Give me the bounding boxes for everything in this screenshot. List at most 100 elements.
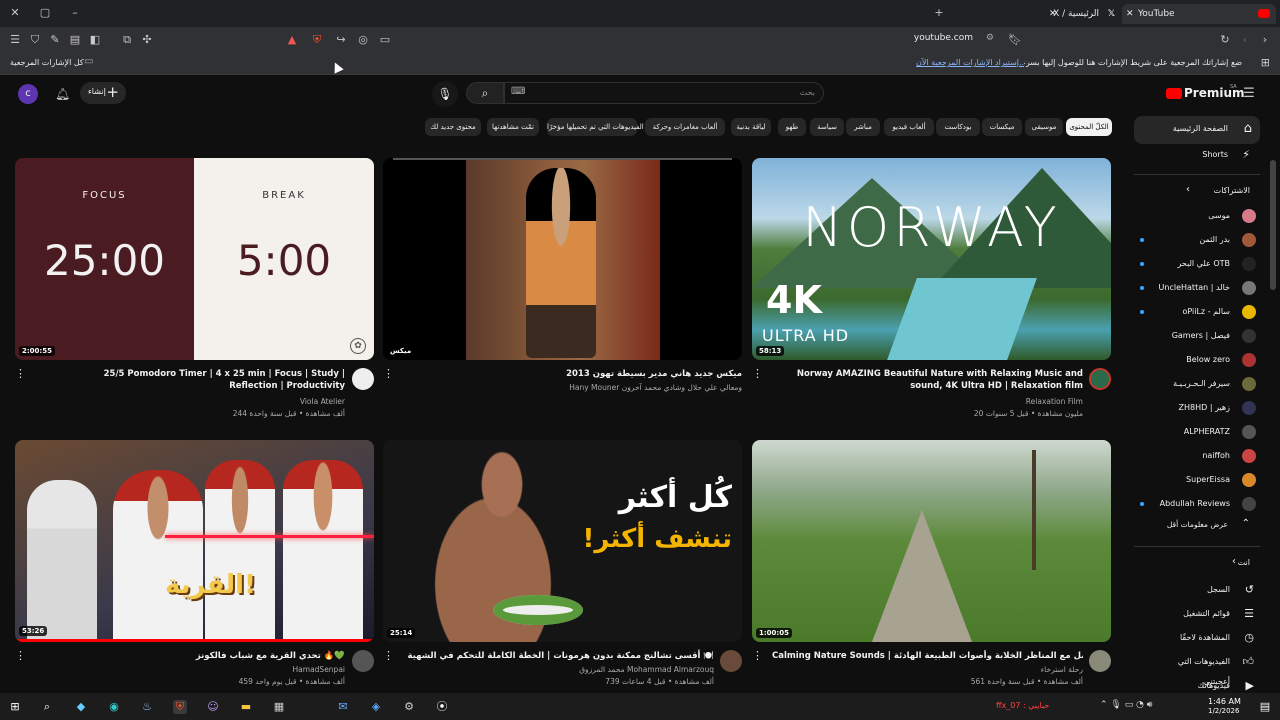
chip[interactable]: محتوى جديد لك <box>425 118 481 136</box>
copilot-icon[interactable]: ◆ <box>74 700 88 714</box>
channel-name[interactable]: محمد المرزوق Mohammad Almarzouq <box>403 664 714 676</box>
steam-icon[interactable]: ♨ <box>140 700 154 714</box>
bookmark-icon[interactable]: 🔖︎ <box>1008 33 1022 47</box>
sidebar-item-shorts[interactable]: Shorts ⚡︎ <box>1134 144 1260 168</box>
forward-icon[interactable]: › <box>1258 33 1272 47</box>
lens-icon[interactable]: ◎ <box>356 33 370 47</box>
sidebar-item-you[interactable]: فيديوهاتك ▶ <box>1150 676 1260 693</box>
sidebar-item-subscription[interactable]: موسى <box>1150 206 1260 226</box>
channel-avatar[interactable] <box>1089 368 1111 390</box>
video-title[interactable]: تحدي القرية مع شباب فالكونز 🔥💚 <box>55 650 345 662</box>
sidebar-item-you[interactable]: السجل ↺ <box>1150 580 1260 600</box>
tab-youtube[interactable]: YouTube ✕ <box>1122 4 1276 24</box>
wallet-icon[interactable]: ▤ <box>68 33 82 47</box>
sidebar-item-subscription[interactable]: Below zero <box>1150 350 1260 370</box>
settings-icon[interactable]: ⚙ <box>402 700 416 714</box>
menu-icon[interactable]: ☰ <box>8 33 22 47</box>
sidebar-item-home[interactable]: الصفحة الرئيسية ⌂ <box>1134 116 1260 144</box>
bookmarks-import-link[interactable]: إستيراد الإشارات المرجعية الآن... <box>916 58 1024 67</box>
video-title[interactable]: 25/5 Pomodoro Timer | 4 x 25 min | Focus… <box>55 368 345 392</box>
video-thumbnail[interactable]: كُل أكثر تنشف أكثر! 25:14 <box>383 440 742 642</box>
video-card[interactable]: ميكس ميكس جديد هاني مدير بسيطة تهون 2013… <box>383 158 742 418</box>
channel-name[interactable]: Viola Atelier <box>55 396 345 408</box>
video-card[interactable]: كُل أكثر تنشف أكثر! 25:14 أقسى تشالنج مم… <box>383 440 742 693</box>
search-icon[interactable]: ⌕ <box>40 700 54 714</box>
notifications-bell-icon[interactable]: 🔔︎ <box>55 87 70 101</box>
channel-name[interactable]: Hany Mouner ومعالي علي حلال وشادي محمد آ… <box>423 382 742 394</box>
notification-center-icon[interactable]: ▤ <box>1258 700 1272 714</box>
tab-x[interactable]: 𝕏 X / الرئيسية ✕ <box>1045 4 1119 24</box>
video-card[interactable]: القرية! 53:26 تحدي القرية مع شباب فالكون… <box>15 440 374 693</box>
youtube-logo[interactable]: Premium SA <box>1164 84 1245 104</box>
clock-date[interactable]: 1/2/2026 <box>1208 707 1239 715</box>
sidebar-item-subscription[interactable]: Abdullah Reviews <box>1140 494 1260 514</box>
close-window-icon[interactable]: ✕ <box>8 6 22 20</box>
clock-time[interactable]: 1:46 AM <box>1208 697 1241 706</box>
sidebar-item-subscription[interactable]: Gamers | فيصل <box>1150 326 1260 346</box>
brave-icon[interactable]: ⛨ <box>173 700 187 714</box>
chip[interactable]: ميكسات <box>982 118 1022 136</box>
video-thumbnail[interactable]: FOCUS 25:00 BREAK 5:00 ✿ 2:00:55 <box>15 158 374 360</box>
more-options-icon[interactable]: ⋮ <box>752 650 763 662</box>
video-title[interactable]: Calming Nature Sounds | استرخاء وتأمل مع… <box>772 650 1083 662</box>
minimize-window-icon[interactable]: – <box>68 6 82 20</box>
maximize-window-icon[interactable]: ▢ <box>38 6 52 20</box>
chip[interactable]: لياقة بدنية <box>731 118 771 136</box>
voice-search-button[interactable]: 🎙︎ <box>432 81 458 107</box>
discord-icon[interactable]: ☺ <box>206 700 220 714</box>
scrollbar[interactable] <box>1270 160 1276 290</box>
share-icon[interactable]: ↪ <box>334 33 348 47</box>
search-button[interactable]: ⌕ <box>466 82 504 104</box>
more-options-icon[interactable]: ⋮ <box>383 368 394 380</box>
obs-icon[interactable]: ⦿ <box>435 700 449 714</box>
video-thumbnail[interactable]: NORWAY 4K ULTRA HD 58:13 <box>752 158 1111 360</box>
sidebar-item-subscription[interactable]: ALPHERATZ <box>1150 422 1260 442</box>
tab-close-icon[interactable]: ✕ <box>1126 4 1134 24</box>
brush-icon[interactable]: ✎ <box>48 33 62 47</box>
video-title[interactable]: ميكس جديد هاني مدير بسيطة تهون 2013 <box>423 368 742 380</box>
sidebar-item-you[interactable]: قوائم التشغيل ☰ <box>1150 604 1260 624</box>
extensions-icon[interactable]: ✣ <box>140 33 154 47</box>
video-thumbnail[interactable]: القرية! 53:26 <box>15 440 374 642</box>
tray-user[interactable]: ffx_07 : حبايبي <box>996 701 1049 710</box>
sidebar-item-subscription[interactable]: ZH8HD | زهير <box>1150 398 1260 418</box>
subscriptions-header[interactable]: الاشتراكات ‹ <box>1134 184 1260 200</box>
sidebar-item-subscription[interactable]: UncleHattan | خالد <box>1140 278 1260 298</box>
avatar[interactable]: c <box>18 84 38 104</box>
brave-shield-icon[interactable]: ⛨ <box>310 33 324 47</box>
more-options-icon[interactable]: ⋮ <box>15 650 26 662</box>
chip[interactable]: موسيقى <box>1025 118 1063 136</box>
alert-extension-icon[interactable]: ▲ <box>285 33 299 47</box>
sidebar-item-subscription[interactable]: SuperEissa <box>1150 470 1260 490</box>
chip[interactable]: ألعاب مغامرات وحركة <box>645 118 725 136</box>
sidebar-item-subscription[interactable]: naiffoh <box>1150 446 1260 466</box>
video-title[interactable]: Norway AMAZING Beautiful Nature with Rel… <box>772 368 1083 392</box>
chip[interactable]: طهو <box>778 118 806 136</box>
chip[interactable]: مباشر <box>846 118 880 136</box>
back-icon[interactable]: ‹ <box>1238 33 1252 47</box>
sidebar-item-subscription[interactable]: سیرفر الـحـربـيـة <box>1150 374 1260 394</box>
channel-name[interactable]: رحلة استرخاء <box>772 664 1083 676</box>
app-icon[interactable]: ◈ <box>369 700 383 714</box>
mail-icon[interactable]: ✉ <box>336 700 350 714</box>
sidebar-item-subscription[interactable]: بدر الثمن <box>1140 230 1260 250</box>
site-settings-icon[interactable]: ⚙ <box>986 33 994 43</box>
video-card[interactable]: FOCUS 25:00 BREAK 5:00 ✿ 2:00:55 25/5 Po… <box>15 158 374 418</box>
sidebar-item-you[interactable]: المشاهدة لاحقًا ◷ <box>1150 628 1260 648</box>
chip[interactable]: الفيديوهات التي تم تحميلها مؤخرًا <box>547 118 644 136</box>
create-button[interactable]: إنشاء + <box>80 82 126 104</box>
video-thumbnail[interactable]: 1:00:05 <box>752 440 1111 642</box>
screenshot-icon[interactable]: ⧉ <box>120 33 134 47</box>
file-explorer-icon[interactable]: ▬ <box>239 700 253 714</box>
show-less-button[interactable]: عرض معلومات أقل ⌃ <box>1134 516 1260 536</box>
video-thumbnail[interactable]: ميكس <box>383 158 742 360</box>
reload-icon[interactable]: ↻ <box>1218 33 1232 47</box>
channel-avatar[interactable] <box>352 368 374 390</box>
chip[interactable]: سياسة <box>810 118 844 136</box>
tray-icons[interactable]: ⌃ 🎙︎ ▭ ◔ 🔊︎ <box>1100 700 1152 710</box>
bookmarks-all-link[interactable]: كل الإشارات المرجعية <box>10 58 84 67</box>
search-input[interactable]: ⌨ بحث <box>504 82 824 104</box>
channel-avatar[interactable] <box>720 650 742 672</box>
you-header[interactable]: انت ‹ <box>1134 556 1260 572</box>
windows-start-icon[interactable]: ⊞ <box>8 700 22 714</box>
